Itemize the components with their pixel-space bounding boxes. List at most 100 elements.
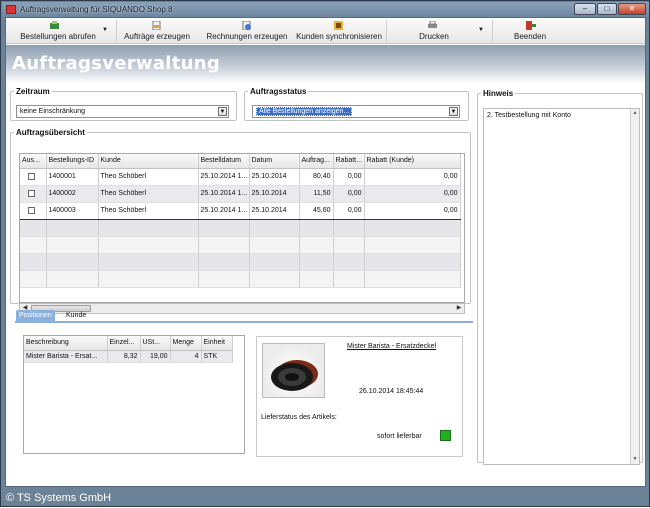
tab-positionen[interactable]: Positionen <box>16 310 55 321</box>
order-discount: 0,00 <box>333 168 365 186</box>
toolbar-item-label: Beenden <box>513 32 547 41</box>
position-description: Mister Barista - Ersat... <box>24 350 108 363</box>
title-bar[interactable]: Auftragsverwaltung für SIQUANDO Shop 8 –… <box>2 2 649 17</box>
chevron-down-icon[interactable]: ▼ <box>478 27 484 33</box>
order-overview-legend: Auftragsübersicht <box>16 128 85 137</box>
column-header[interactable]: Bestellungs-ID <box>46 154 99 169</box>
download-orders-icon <box>50 21 59 29</box>
delivery-status-text: sofort lieferbar <box>377 433 422 440</box>
hinweis-vertical-scrollbar[interactable]: ▲ ▼ <box>630 109 639 464</box>
empty-row <box>20 236 461 254</box>
column-header[interactable]: Auftrag... <box>299 154 334 169</box>
delivery-status-indicator <box>440 430 451 441</box>
chevron-down-icon[interactable]: ▼ <box>218 107 227 116</box>
auftragsstatus-legend: Auftragsstatus <box>250 87 307 96</box>
order-ordered-date: 25.10.2014 1... <box>198 185 250 203</box>
table-row[interactable]: 1400002 Theo Schöberl 25.10.2014 1... 25… <box>20 185 461 203</box>
sync-customers-button[interactable]: Kunden synchronisieren <box>294 18 384 44</box>
order-date: 25.10.2014 <box>249 168 300 186</box>
create-invoices-icon <box>242 21 251 30</box>
lid-product-image <box>271 360 318 391</box>
product-timestamp: 26.10.2014 18:45:44 <box>359 388 424 395</box>
empty-row <box>20 253 461 271</box>
product-name-link[interactable]: Mister Barista - Ersatzdeckel <box>347 343 436 350</box>
minimize-button[interactable]: – <box>574 3 596 15</box>
create-invoices-button[interactable]: Rechnungen erzeugen <box>200 18 294 44</box>
zeitraum-select[interactable]: keine Einschränkung ▼ <box>16 105 229 118</box>
order-customer-discount: 0,00 <box>364 201 461 220</box>
orders-header-row: Aus... Bestellungs-ID Kunde Bestelldatum… <box>20 154 461 169</box>
column-header[interactable]: Kunde <box>98 154 199 169</box>
client-area: Bestellungen abrufen ▼ Aufträge erzeugen… <box>5 17 646 487</box>
order-customer: Theo Schöberl <box>98 201 199 220</box>
copyright-footer: © TS Systems GmbH <box>6 492 112 504</box>
column-header[interactable]: Datum <box>249 154 300 169</box>
column-header[interactable]: Menge <box>170 336 202 351</box>
scroll-up-icon[interactable]: ▲ <box>631 109 639 118</box>
auftragsstatus-select[interactable]: Alle Bestellungen anzeigen... ▼ <box>252 105 460 118</box>
order-customer-discount: 0,00 <box>364 185 461 203</box>
app-icon <box>6 5 16 14</box>
toolbar-item-label: Kunden synchronisieren <box>296 32 382 41</box>
order-customer-discount: 0,00 <box>364 168 461 186</box>
position-quantity: 4 <box>170 350 202 363</box>
hinweis-list[interactable]: 2. Testbestellung mit Konto ▲ ▼ <box>483 108 640 465</box>
chevron-down-icon[interactable]: ▼ <box>449 107 458 116</box>
fetch-orders-button[interactable]: Bestellungen abrufen ▼ <box>10 18 114 44</box>
column-header[interactable]: Rabatt... <box>333 154 365 169</box>
empty-row <box>20 270 461 288</box>
zeitraum-legend: Zeitraum <box>16 87 50 96</box>
create-orders-icon <box>152 21 161 30</box>
row-select-checkbox[interactable] <box>28 172 35 180</box>
sync-customers-icon <box>334 21 343 30</box>
table-row[interactable]: Mister Barista - Ersat... 8,32 19,00 4 S… <box>24 350 233 363</box>
table-row[interactable]: 1400001 Theo Schöberl 25.10.2014 1... 25… <box>20 168 461 186</box>
position-price: 8,32 <box>107 350 141 363</box>
column-header[interactable]: Einzel... <box>107 336 141 351</box>
order-id: 1400003 <box>46 201 99 220</box>
column-header[interactable]: Rabatt (Kunde) <box>364 154 461 169</box>
order-date: 25.10.2014 <box>249 201 300 220</box>
orders-table[interactable]: Aus... Bestellungs-ID Kunde Bestelldatum… <box>19 153 465 303</box>
exit-button[interactable]: Beenden <box>496 18 564 44</box>
toolbar-item-label: Bestellungen abrufen <box>20 32 96 41</box>
order-customer: Theo Schöberl <box>98 168 199 186</box>
scroll-down-icon[interactable]: ▼ <box>631 455 639 464</box>
print-button[interactable]: Drucken ▼ <box>390 18 490 44</box>
order-ordered-date: 25.10.2014 1... <box>198 168 250 186</box>
positions-header-row: Beschreibung Einzel... USt... Menge Einh… <box>24 336 233 351</box>
column-header[interactable]: Aus... <box>20 154 47 169</box>
product-detail-card: Mister Barista - Ersatzdeckel 26.10.2014… <box>256 336 463 457</box>
positions-table[interactable]: Beschreibung Einzel... USt... Menge Einh… <box>23 335 245 454</box>
order-amount: 11,50 <box>299 185 334 203</box>
detail-tabs: Positionen Kunde <box>15 310 473 323</box>
delivery-status-label: Lieferstatus des Artikels: <box>261 414 337 421</box>
maximize-button[interactable]: □ <box>597 3 617 15</box>
zeitraum-value: keine Einschränkung <box>20 108 85 115</box>
printer-icon <box>428 21 437 28</box>
create-orders-button[interactable]: Aufträge erzeugen <box>118 18 196 44</box>
toolbar-item-label: Aufträge erzeugen <box>124 32 190 41</box>
exit-icon <box>526 21 536 30</box>
list-item[interactable]: 2. Testbestellung mit Konto <box>487 112 571 119</box>
column-header[interactable]: Beschreibung <box>24 336 108 351</box>
row-select-checkbox[interactable] <box>28 206 35 214</box>
position-tax: 19,00 <box>140 350 171 363</box>
order-amount: 80,40 <box>299 168 334 186</box>
order-id: 1400001 <box>46 168 99 186</box>
window-title: Auftragsverwaltung für SIQUANDO Shop 8 <box>20 5 173 14</box>
column-header[interactable]: USt... <box>140 336 171 351</box>
order-id: 1400002 <box>46 185 99 203</box>
tab-kunde[interactable]: Kunde <box>63 310 89 321</box>
chevron-down-icon[interactable]: ▼ <box>102 27 108 33</box>
auftragsstatus-value: Alle Bestellungen anzeigen... <box>256 107 353 116</box>
close-button[interactable]: ✕ <box>618 3 646 15</box>
order-discount: 0,00 <box>333 185 365 203</box>
toolbar: Bestellungen abrufen ▼ Aufträge erzeugen… <box>6 18 645 44</box>
hinweis-group: Hinweis 2. Testbestellung mit Konto ▲ ▼ <box>477 89 643 465</box>
column-header[interactable]: Einheit <box>201 336 233 351</box>
toolbar-item-label: Drucken <box>419 32 449 41</box>
column-header[interactable]: Bestelldatum <box>198 154 250 169</box>
table-row[interactable]: 1400003 Theo Schöberl 25.10.2014 1... 25… <box>20 201 461 220</box>
row-select-checkbox[interactable] <box>28 189 35 197</box>
